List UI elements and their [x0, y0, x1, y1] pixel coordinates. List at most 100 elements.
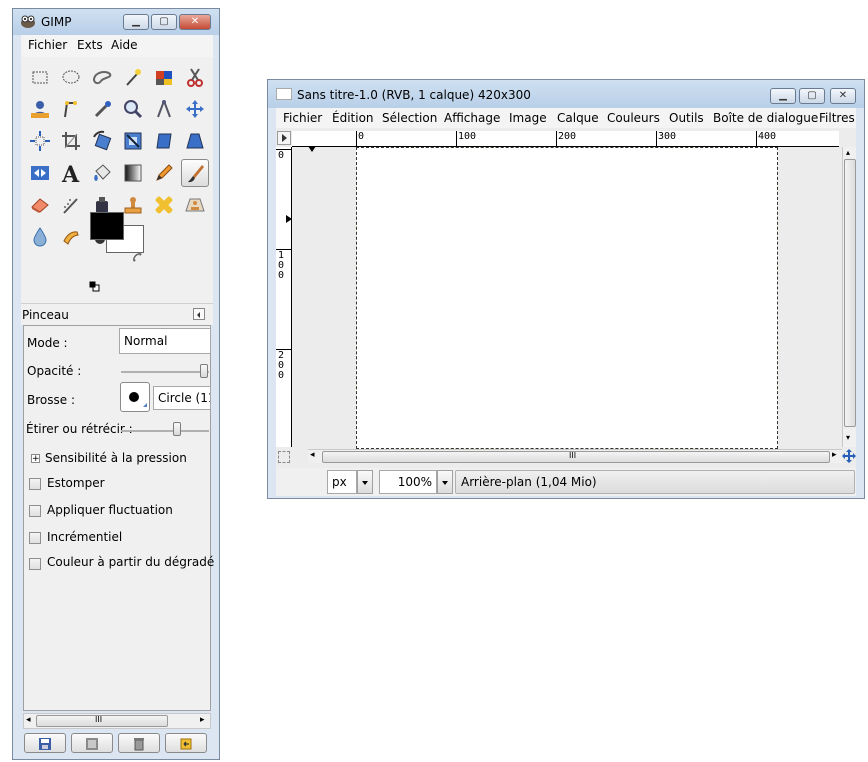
perspective-clone-icon[interactable] [181, 191, 209, 219]
save-options-button[interactable] [24, 733, 66, 753]
blur-icon[interactable] [26, 223, 54, 251]
image-menu-button[interactable] [277, 131, 291, 145]
move-icon[interactable] [181, 95, 209, 123]
gradient-color-checkbox[interactable] [29, 558, 41, 570]
toolbox-titlebar[interactable]: GIMP ▁ ▢ ✕ [13, 9, 219, 35]
menu-calque[interactable]: Calque [557, 111, 599, 125]
zoom-dropdown-button[interactable] [437, 470, 453, 494]
menu-selection[interactable]: Sélection [382, 111, 437, 125]
menu-outils[interactable]: Outils [669, 111, 704, 125]
color-select-icon[interactable] [150, 63, 178, 91]
mode-select[interactable]: Normal [119, 328, 211, 354]
image-titlebar[interactable]: Sans titre-1.0 (RVB, 1 calque) 420x300 ▁… [268, 80, 864, 108]
jitter-checkbox[interactable] [29, 505, 41, 517]
image-canvas[interactable] [356, 147, 778, 449]
gradient-color-label[interactable]: Couleur à partir du dégradé [47, 555, 214, 569]
vruler-pointer-icon [286, 212, 292, 223]
maximize-button[interactable]: ▢ [151, 14, 177, 30]
bucket-fill-icon[interactable] [88, 159, 116, 187]
align-icon[interactable] [26, 127, 54, 155]
menu-exts[interactable]: Exts [77, 38, 103, 52]
text-icon[interactable]: A [57, 159, 85, 187]
dock-menu-button[interactable] [193, 308, 205, 320]
menu-filtres[interactable]: Filtres [819, 111, 855, 125]
zoom-field[interactable]: 100% [379, 470, 437, 494]
image-minimize-button[interactable]: ▁ [770, 88, 796, 104]
ellipse-select-icon[interactable] [57, 63, 85, 91]
foreground-select-icon[interactable] [26, 95, 54, 123]
quick-mask-toggle[interactable] [278, 451, 290, 463]
opacity-slider-track[interactable] [121, 371, 209, 373]
scroll-right-icon[interactable]: ▸ [200, 715, 205, 725]
color-picker-icon[interactable] [88, 95, 116, 123]
default-colors-icon[interactable] [89, 281, 100, 292]
vertical-ruler[interactable]: 0 1 0 0 2 0 0 [276, 147, 292, 447]
horizontal-ruler[interactable]: 0 100 200 300 400 [292, 131, 839, 152]
delete-options-button[interactable] [118, 733, 160, 753]
opacity-slider[interactable] [200, 364, 208, 378]
scroll-right-icon[interactable]: ▸ [832, 450, 837, 460]
shear-icon[interactable] [150, 127, 178, 155]
pencil-icon[interactable] [150, 159, 178, 187]
scroll-down-icon[interactable]: ▾ [846, 433, 850, 442]
brush-preview-button[interactable] [120, 382, 150, 412]
options-scroll-thumb[interactable]: III [36, 715, 168, 727]
close-button[interactable]: ✕ [179, 14, 211, 30]
rect-select-icon[interactable] [26, 63, 54, 91]
scroll-left-icon[interactable]: ◂ [26, 715, 31, 725]
estomper-checkbox[interactable] [29, 478, 41, 490]
measure-icon[interactable] [150, 95, 178, 123]
scale-icon[interactable] [119, 127, 147, 155]
free-select-icon[interactable] [88, 63, 116, 91]
airbrush-icon[interactable] [57, 191, 85, 219]
scroll-left-icon[interactable]: ◂ [310, 450, 315, 460]
image-close-button[interactable]: ✕ [830, 88, 856, 104]
menu-edition[interactable]: Édition [332, 111, 374, 125]
image-maximize-button[interactable]: ▢ [799, 88, 825, 104]
scissors-select-icon[interactable] [181, 63, 209, 91]
zoom-icon[interactable] [119, 95, 147, 123]
horizontal-scrollbar[interactable]: ◂ III ▸ [308, 449, 842, 463]
incremental-label[interactable]: Incrémentiel [47, 530, 122, 544]
navigate-icon[interactable] [842, 449, 856, 463]
menu-affichage[interactable]: Affichage [444, 111, 500, 125]
smudge-icon[interactable] [57, 223, 85, 251]
heal-icon[interactable] [150, 191, 178, 219]
blend-icon[interactable] [119, 159, 147, 187]
options-horizontal-scrollbar[interactable]: ◂ III ▸ [23, 713, 211, 729]
incremental-checkbox[interactable] [29, 532, 41, 544]
fuzzy-select-icon[interactable] [119, 63, 147, 91]
swap-colors-icon[interactable] [132, 252, 144, 264]
scroll-up-icon[interactable]: ▴ [846, 148, 850, 157]
scale-slider[interactable] [173, 422, 181, 436]
paths-icon[interactable] [57, 95, 85, 123]
menu-couleurs[interactable]: Couleurs [607, 111, 660, 125]
unit-dropdown-button[interactable] [357, 470, 373, 494]
pressure-sensitivity-label[interactable]: Sensibilité à la pression [45, 451, 187, 465]
crop-icon[interactable] [57, 127, 85, 155]
eraser-icon[interactable] [26, 191, 54, 219]
menu-fichier[interactable]: Fichier [283, 111, 322, 125]
paintbrush-icon[interactable] [181, 159, 209, 187]
perspective-icon[interactable] [181, 127, 209, 155]
expand-pressure-icon[interactable]: + [31, 454, 40, 464]
minimize-button[interactable]: ▁ [123, 14, 149, 30]
reset-options-button[interactable] [165, 733, 207, 753]
foreground-color-swatch[interactable] [90, 212, 124, 240]
scale-slider-track[interactable] [121, 430, 209, 432]
estomper-label[interactable]: Estomper [47, 476, 105, 490]
vertical-scroll-thumb[interactable] [844, 159, 856, 427]
menu-fichier[interactable]: Fichier [28, 38, 67, 52]
trash-icon [134, 738, 144, 751]
menu-image[interactable]: Image [509, 111, 547, 125]
horizontal-scroll-thumb[interactable]: III [322, 451, 830, 463]
menu-aide[interactable]: Aide [111, 38, 138, 52]
unit-select[interactable]: px [327, 470, 357, 494]
flip-icon[interactable] [26, 159, 54, 187]
brush-name-field[interactable]: Circle (11) [153, 386, 211, 410]
vertical-scrollbar[interactable]: ▴ ▾ [842, 147, 856, 447]
jitter-label[interactable]: Appliquer fluctuation [47, 503, 173, 517]
menu-boite-de-dialogue[interactable]: Boîte de dialogue [713, 111, 818, 125]
rotate-icon[interactable] [88, 127, 116, 155]
restore-options-button[interactable] [71, 733, 113, 753]
